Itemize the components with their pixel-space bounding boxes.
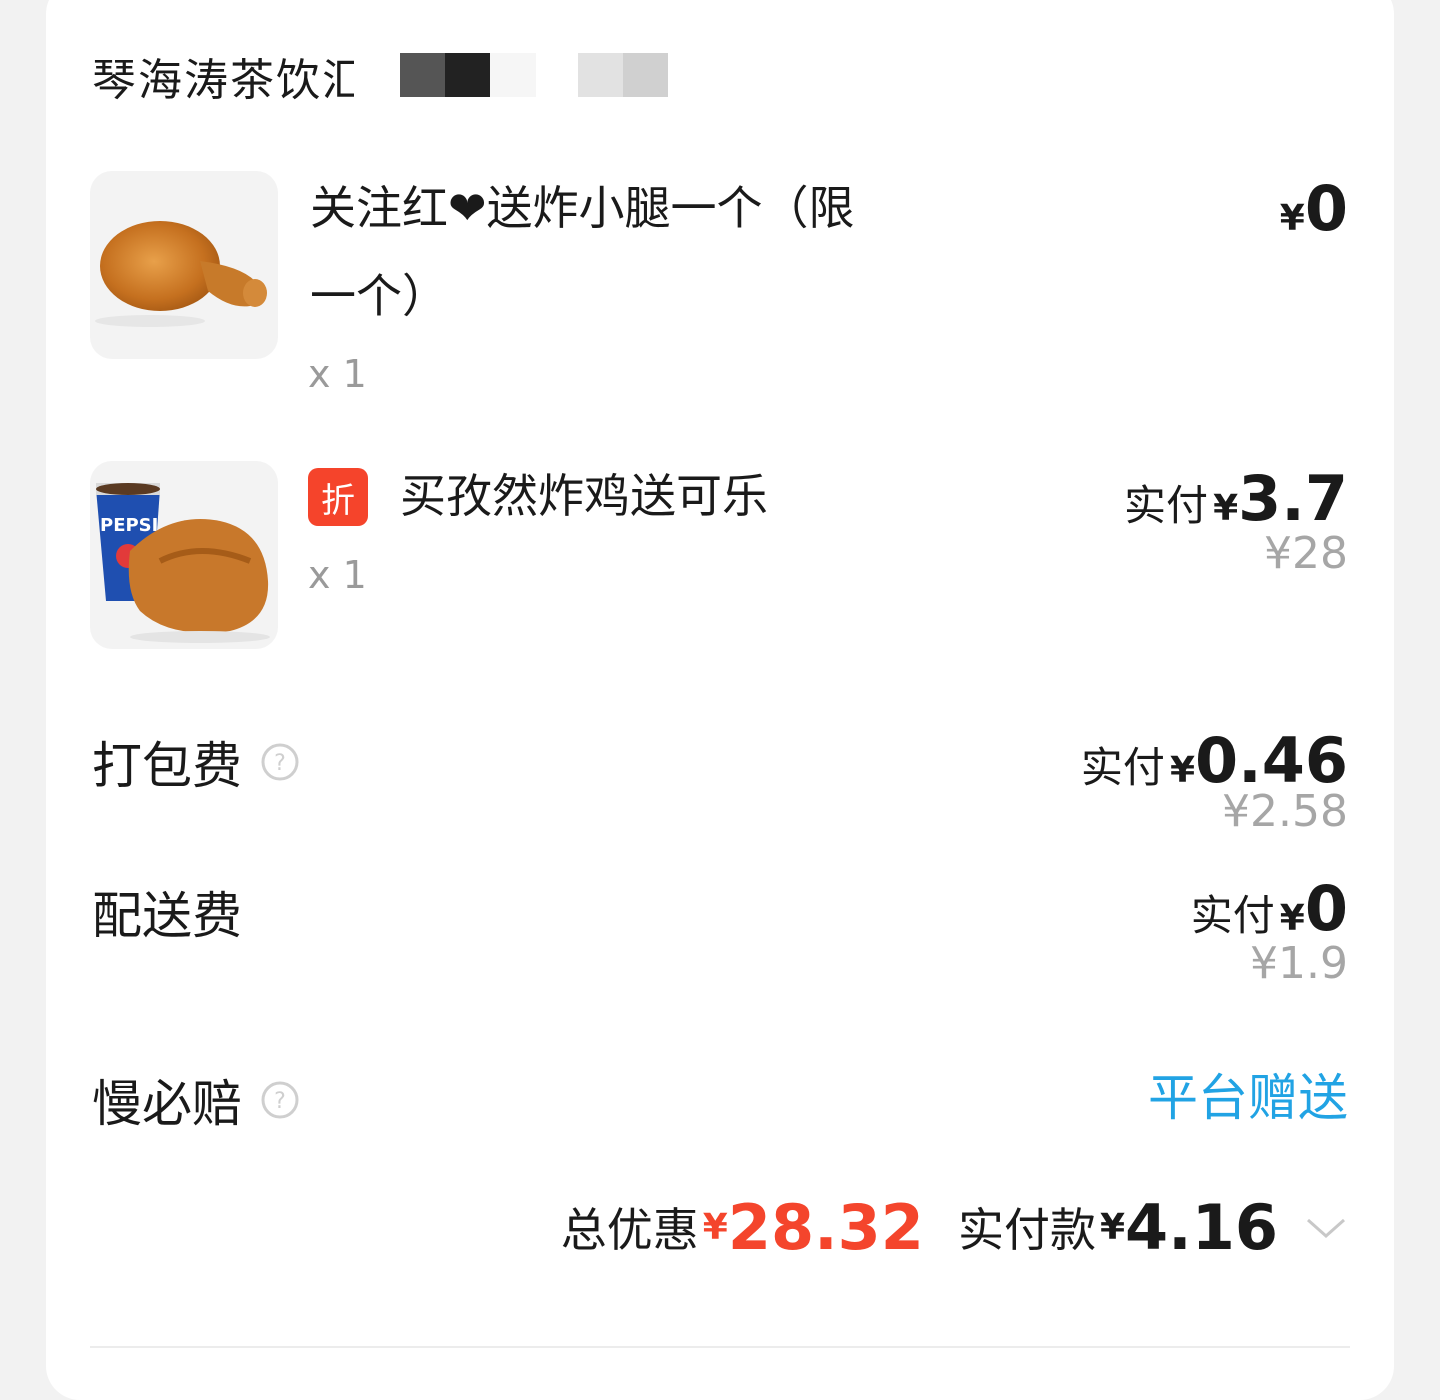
divider — [90, 1346, 1350, 1348]
late-compensation-label: 慢必赔 — [92, 1075, 242, 1133]
price-value: 3.7 — [1238, 462, 1348, 535]
fried-chicken-pepsi-image[interactable]: PEPSI — [90, 461, 278, 649]
late-compensation-row: 慢必赔 ? — [92, 1064, 300, 1136]
chicken-and-cola-illustration: PEPSI — [96, 483, 270, 643]
discount-badge: 折 — [308, 468, 368, 526]
currency-symbol: ¥ — [1279, 198, 1305, 239]
redacted-block — [578, 53, 668, 97]
question-circle-icon[interactable]: ? — [260, 1080, 300, 1120]
redacted-block — [400, 53, 490, 97]
amount-paid-label: 实付款 — [957, 1203, 1096, 1257]
item-original-price: ¥28 — [1264, 528, 1348, 579]
svg-text:PEPSI: PEPSI — [100, 515, 158, 536]
currency-symbol: ¥ — [1099, 1206, 1126, 1248]
packing-fee-row: 打包费 ? — [92, 726, 300, 798]
svg-text:?: ? — [274, 1089, 286, 1114]
chevron-down-icon[interactable] — [1304, 1212, 1348, 1242]
price-value: 0 — [1304, 872, 1348, 945]
store-name: 琴海涛茶饮汇 — [92, 55, 354, 106]
item-title-line1: 关注红❤送炸小腿一个（限 — [310, 181, 855, 235]
item-quantity: x 1 — [308, 553, 367, 597]
packing-fee-original: ¥2.58 — [1222, 786, 1348, 837]
redacted-block — [490, 53, 536, 97]
store-header[interactable]: 琴海涛茶饮汇 — [92, 48, 354, 106]
delivery-fee-original: ¥1.9 — [1250, 938, 1348, 989]
currency-symbol: ¥ — [702, 1206, 728, 1248]
question-circle-icon[interactable]: ? — [260, 742, 300, 782]
item-price: ¥0 — [1280, 172, 1348, 245]
amount-paid-value: 4.16 — [1125, 1190, 1278, 1264]
item-title-line2: 一个） — [310, 269, 448, 323]
total-discount-value: 28.32 — [727, 1190, 924, 1264]
svg-text:?: ? — [274, 751, 286, 776]
currency-symbol: ¥ — [1169, 750, 1196, 791]
item-title: 买孜然炸鸡送可乐 — [400, 469, 768, 523]
total-discount-label: 总优惠 — [560, 1203, 699, 1257]
currency-symbol: ¥ — [1213, 488, 1239, 529]
delivery-fee-label: 配送费 — [92, 887, 242, 945]
paid-label: 实付 — [1190, 891, 1275, 940]
drumstick-illustration — [95, 221, 267, 327]
packing-fee-label: 打包费 — [92, 737, 242, 795]
paid-label: 实付 — [1123, 481, 1208, 530]
order-total-row[interactable]: 总优惠 ¥ 28.32 实付款 ¥ 4.16 — [560, 1190, 1348, 1264]
delivery-fee-price: 实付 ¥0 — [1191, 872, 1348, 945]
item-paid-price: 实付 ¥3.7 — [1124, 462, 1348, 535]
delivery-fee-row: 配送费 — [92, 876, 242, 948]
fried-drumstick-image[interactable] — [90, 171, 278, 359]
price-value: 0 — [1304, 172, 1348, 245]
paid-label: 实付 — [1080, 743, 1165, 792]
currency-symbol: ¥ — [1279, 898, 1305, 939]
platform-gift-label: 平台赠送 — [1148, 1069, 1348, 1127]
item-quantity: x 1 — [308, 352, 367, 396]
